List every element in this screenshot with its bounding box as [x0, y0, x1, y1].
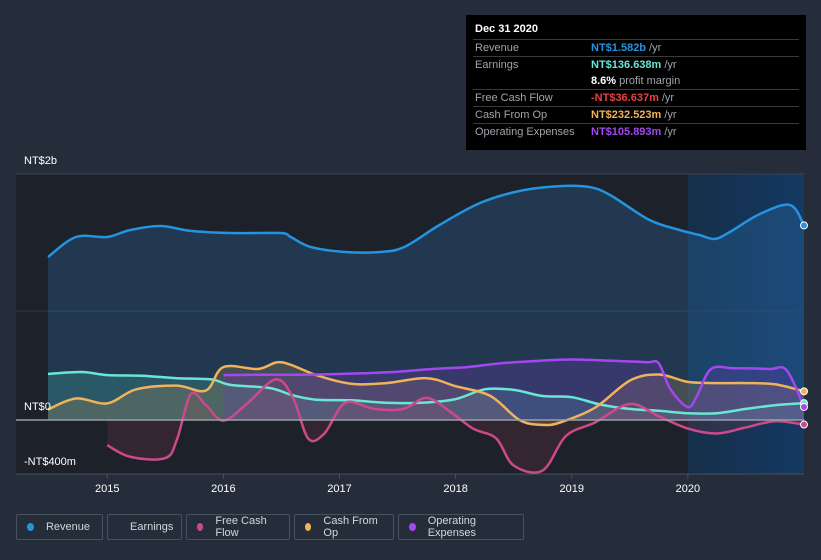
cash-from-op-dot-icon: [305, 523, 312, 531]
y-tick-label-top: NT$2b: [24, 155, 58, 167]
tooltip: Dec 31 2020 Revenue NT$1.582b /yr Earnin…: [466, 15, 806, 150]
tooltip-unit: /yr: [649, 42, 662, 54]
tooltip-value: NT$136.638m: [591, 59, 662, 71]
tooltip-unit: /yr: [664, 59, 677, 71]
tooltip-row-free-cash-flow: Free Cash Flow -NT$36.637m /yr: [473, 90, 799, 107]
tooltip-row-revenue: Revenue NT$1.582b /yr: [473, 40, 799, 57]
tooltip-value: -NT$36.637m: [591, 92, 659, 104]
tooltip-row-earnings: Earnings NT$136.638m /yr: [473, 57, 799, 73]
tooltip-row-operating-expenses: Operating Expenses NT$105.893m /yr: [473, 124, 799, 140]
tooltip-value: 8.6%: [591, 75, 617, 87]
x-tick-label: 2016: [211, 483, 235, 495]
tooltip-row-cash-from-op: Cash From Op NT$232.523m /yr: [473, 107, 799, 124]
tooltip-label: Operating Expenses: [475, 126, 575, 138]
tooltip-label: Earnings: [475, 59, 519, 71]
tooltip-label: Revenue: [475, 42, 520, 54]
tooltip-unit: profit margin: [619, 75, 681, 87]
legend-item-cash-from-op[interactable]: Cash From Op: [294, 514, 394, 540]
tooltip-value: NT$105.893m: [591, 126, 662, 138]
tooltip-label: [475, 73, 591, 89]
tooltip-unit: /yr: [661, 92, 675, 104]
legend-label: Earnings: [130, 521, 174, 533]
y-tick-label-zero: NT$0: [24, 401, 51, 413]
operating-expenses-dot-icon: [409, 523, 416, 531]
tooltip-label: Free Cash Flow: [475, 92, 553, 104]
legend: Revenue Earnings Free Cash Flow Cash Fro…: [16, 514, 524, 540]
tooltip-unit: /yr: [664, 109, 677, 121]
legend-item-earnings[interactable]: Earnings: [107, 514, 182, 540]
tooltip-date: Dec 31 2020: [473, 22, 799, 40]
tooltip-row-profit-margin: 8.6% profit margin: [473, 73, 799, 90]
revenue-endpoint: [800, 221, 808, 230]
tooltip-value: NT$232.523m: [591, 109, 662, 121]
x-tick-label: 2015: [95, 483, 119, 495]
legend-item-free-cash-flow[interactable]: Free Cash Flow: [186, 514, 290, 540]
x-tick-label: 2019: [559, 483, 583, 495]
legend-item-revenue[interactable]: Revenue: [16, 514, 103, 540]
x-tick-label: 2020: [676, 483, 700, 495]
legend-label: Operating Expenses: [427, 515, 476, 539]
revenue-dot-icon: [27, 523, 34, 531]
x-tick-label: 2018: [443, 483, 467, 495]
operating-expenses-endpoint: [800, 402, 808, 411]
tooltip-value: NT$1.582b: [591, 42, 647, 54]
cash-from-op-endpoint: [800, 387, 808, 396]
free-cash-flow-dot-icon: [197, 523, 204, 531]
legend-label: Free Cash Flow: [215, 515, 267, 539]
y-tick-label-bottom: -NT$400m: [24, 456, 76, 468]
legend-label: Revenue: [45, 521, 90, 533]
legend-label: Cash From Op: [323, 515, 378, 539]
legend-item-operating-expenses[interactable]: Operating Expenses: [398, 514, 524, 540]
free-cash-flow-endpoint: [800, 420, 808, 429]
tooltip-unit: /yr: [664, 126, 677, 138]
tooltip-label: Cash From Op: [475, 109, 548, 121]
x-tick-label: 2017: [327, 483, 351, 495]
